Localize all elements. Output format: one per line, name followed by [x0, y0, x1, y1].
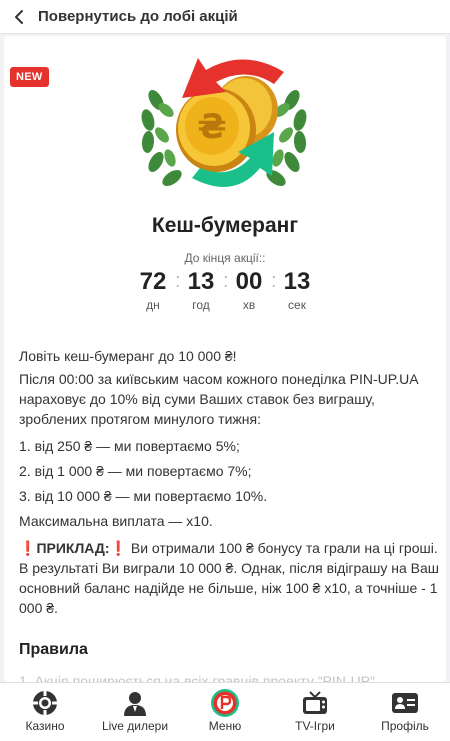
nav-label: TV-Ігри — [295, 719, 335, 733]
countdown-minutes: 00 хв — [230, 266, 268, 316]
list-item: 3. від 10 000 ₴ — ми повертаємо 10%. — [19, 488, 268, 504]
nav-label: Live дилери — [101, 719, 169, 733]
countdown-separator: : — [175, 270, 181, 292]
countdown-seconds: 13 сек — [278, 266, 316, 316]
countdown-value: 00 — [235, 268, 263, 295]
example-label: ПРИКЛАД: — [36, 540, 110, 556]
top-bar: Повернутись до лобі акцій — [0, 0, 450, 34]
countdown-unit: хв — [242, 298, 256, 312]
pinup-logo-icon — [210, 688, 240, 718]
countdown-unit: сек — [288, 298, 306, 312]
nav-label: Меню — [208, 719, 242, 733]
nav-label: Казино — [25, 719, 65, 733]
tv-icon — [300, 688, 330, 718]
intro-details: Після 00:00 за київським часом кожного п… — [19, 371, 418, 427]
rules-first-line: 1. Акція поширюється на всіх гравців про… — [19, 673, 379, 682]
rules-heading: Правила — [19, 641, 88, 658]
countdown-value: 13 — [187, 268, 215, 295]
countdown-unit: год — [192, 298, 210, 312]
cashback-coins-illustration: ₴ — [134, 40, 314, 200]
promo-title: Кеш-бумеранг — [151, 214, 299, 237]
new-badge: NEW — [10, 67, 49, 87]
exclamation-icon: ❗ — [109, 540, 127, 556]
countdown-value: 72 — [139, 268, 167, 295]
countdown-timer: 72 дн : 13 год : 00 хв : 13 сек — [134, 266, 316, 316]
nav-casino[interactable]: Казино — [0, 683, 90, 741]
intro-text: Ловіть кеш-бумеранг до 10 000 ₴! — [19, 348, 237, 364]
nav-tv-games[interactable]: TV-Ігри — [270, 683, 360, 741]
countdown-days: 72 дн — [134, 266, 172, 316]
list-item: 1. від 250 ₴ — ми повертаємо 5%; — [19, 438, 240, 454]
promo-description: Ловіть кеш-бумеранг до 10 000 ₴! Після 0… — [19, 346, 439, 660]
countdown-separator: : — [223, 270, 229, 292]
casino-chip-icon — [30, 688, 60, 718]
list-item: 2. від 1 000 ₴ — ми повертаємо 7%; — [19, 463, 252, 479]
exclamation-icon: ❗ — [19, 540, 37, 556]
back-to-promotions-link[interactable]: Повернутись до лобі акцій — [38, 8, 238, 25]
nav-profile[interactable]: Профіль — [360, 683, 450, 741]
countdown-label: До кінця акції:: — [184, 251, 266, 265]
svg-text:₴: ₴ — [197, 107, 226, 147]
countdown-value: 13 — [283, 268, 311, 295]
bottom-navigation: Казино Live дилери Меню TV-Ігри Профіль — [0, 682, 450, 741]
example-paragraph: ❗ПРИКЛАД:❗ Ви отримали 100 ₴ бонусу та г… — [19, 538, 439, 618]
back-arrow-icon[interactable] — [9, 7, 29, 27]
profile-card-icon — [390, 688, 420, 718]
nav-label: Профіль — [381, 719, 429, 733]
nav-menu[interactable]: Меню — [180, 683, 270, 741]
nav-live-dealers[interactable]: Live дилери — [90, 683, 180, 741]
countdown-separator: : — [271, 270, 277, 292]
countdown-hours: 13 год — [182, 266, 220, 316]
promo-card: NEW ₴ Кеш-бумеранг До кінця акції:: 72 д… — [4, 36, 446, 682]
live-dealer-icon — [120, 688, 150, 718]
max-payout-text: Максимальна виплата — x10. — [19, 513, 213, 529]
countdown-unit: дн — [146, 298, 160, 312]
